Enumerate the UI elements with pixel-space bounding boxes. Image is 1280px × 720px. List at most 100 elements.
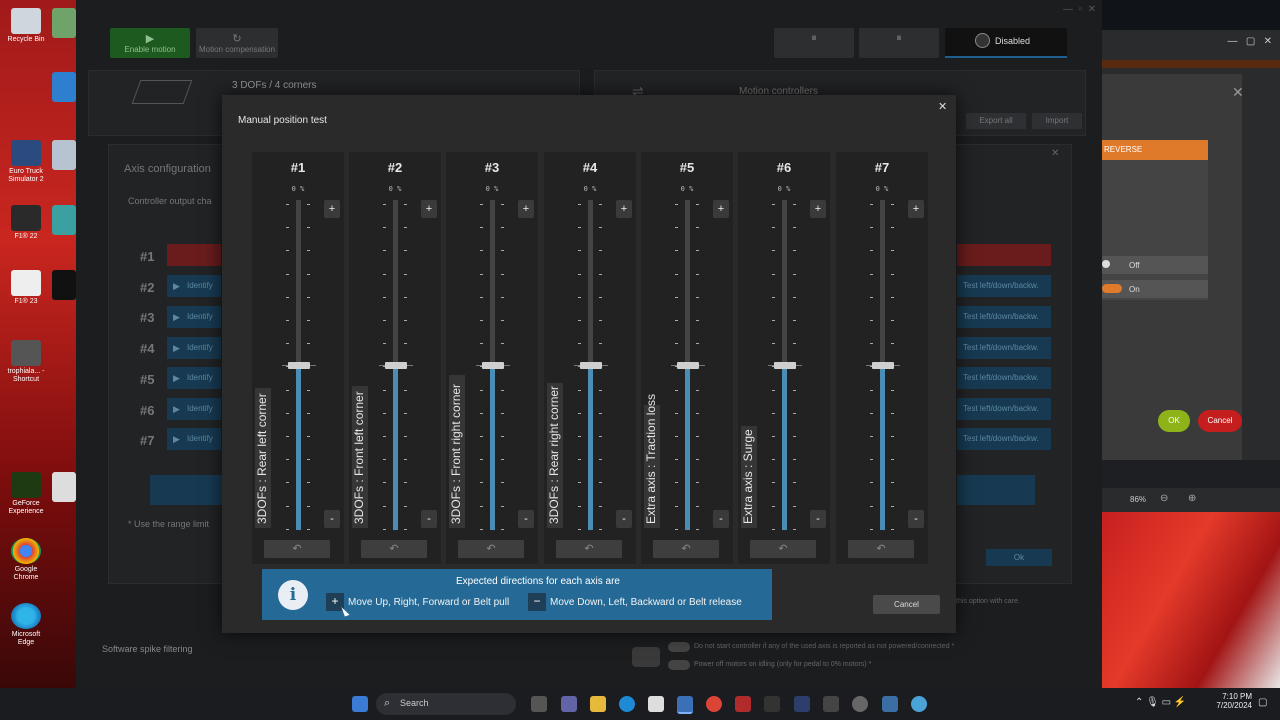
test-button[interactable]: Test left/down/backw. <box>957 398 1051 420</box>
decrease-button[interactable]: - <box>810 510 826 528</box>
reset-button[interactable]: ↶ <box>848 540 914 558</box>
edge-icon[interactable] <box>619 696 635 712</box>
slider-thumb[interactable] <box>482 362 504 369</box>
decrease-button[interactable]: - <box>518 510 534 528</box>
slider-thumb[interactable] <box>677 362 699 369</box>
identify-button[interactable]: ▶ Identify <box>167 306 221 328</box>
desktop-icon-partial[interactable] <box>52 270 76 300</box>
desktop-icon-euro-truck[interactable]: Euro Truck Simulator 2 <box>4 140 48 184</box>
store-icon[interactable] <box>648 696 664 712</box>
tray-icons[interactable]: ⌃ 🎙 ▭ ⚡ <box>1135 697 1186 708</box>
slider-thumb[interactable] <box>580 362 602 369</box>
export-all-button[interactable]: Export all <box>966 113 1026 129</box>
import-button[interactable]: Import <box>1032 113 1082 129</box>
increase-button[interactable]: + <box>908 200 924 218</box>
increase-button[interactable]: + <box>713 200 729 218</box>
identify-button[interactable]: ▶ Identify <box>167 398 221 420</box>
reset-button[interactable]: ↶ <box>653 540 719 558</box>
increase-button[interactable]: + <box>421 200 437 218</box>
reset-button[interactable]: ↶ <box>264 540 330 558</box>
teams-icon[interactable] <box>561 696 577 712</box>
reset-button[interactable]: ↶ <box>361 540 427 558</box>
chrome-icon[interactable] <box>706 696 722 712</box>
identify-button[interactable]: ▶ Identify <box>167 275 221 297</box>
desktop-icon-partial[interactable] <box>52 472 76 502</box>
app-icon[interactable] <box>794 696 810 712</box>
window-controls[interactable]: — ▢ ✕ <box>1228 36 1273 47</box>
test-button[interactable]: Test left/down/backw. <box>957 428 1051 450</box>
primary-button-right[interactable] <box>957 475 1035 505</box>
test-button[interactable]: Test left/down/backw. <box>957 275 1051 297</box>
clock[interactable]: 7:10 PM 7/20/2024 <box>1214 692 1252 710</box>
decrease-button[interactable]: - <box>421 510 437 528</box>
reset-button[interactable]: ↶ <box>750 540 816 558</box>
on-row[interactable]: On <box>1102 280 1208 298</box>
increase-button[interactable]: + <box>324 200 340 218</box>
reset-button[interactable]: ↶ <box>458 540 524 558</box>
ok-button[interactable]: OK <box>1158 410 1190 432</box>
test-button[interactable] <box>957 244 1051 266</box>
identify-button[interactable]: ▶ Identify <box>167 367 221 389</box>
slider-thumb[interactable] <box>288 362 310 369</box>
close-icon[interactable]: ✕ <box>1232 84 1244 101</box>
toolbar-button-b[interactable]: ⏸ <box>859 28 939 58</box>
simhub-icon[interactable] <box>677 696 693 714</box>
desktop-icon-chrome[interactable]: Google Chrome <box>4 538 48 582</box>
off-row[interactable]: Off <box>1102 256 1208 274</box>
cancel-button[interactable]: Cancel <box>1198 410 1242 432</box>
desktop-icon-partial[interactable] <box>52 205 76 235</box>
decrease-button[interactable]: - <box>324 510 340 528</box>
row-number: #7 <box>140 433 155 448</box>
file-explorer-icon[interactable] <box>590 696 606 712</box>
test-button[interactable]: Test left/down/backw. <box>957 306 1051 328</box>
desktop-icon-partial[interactable] <box>52 140 76 170</box>
slider-thumb[interactable] <box>385 362 407 369</box>
toggle-switch[interactable] <box>668 642 690 652</box>
slider-thumb[interactable] <box>774 362 796 369</box>
decrease-button[interactable]: - <box>908 510 924 528</box>
desktop-icon-partial[interactable] <box>52 8 76 38</box>
increase-button[interactable]: + <box>518 200 534 218</box>
identify-button[interactable]: ▶ Identify <box>167 428 221 450</box>
desktop-icon-recycle-bin[interactable]: Recycle Bin <box>4 8 48 44</box>
desktop-icon-edge[interactable]: Microsoft Edge <box>4 603 48 647</box>
app-icon[interactable] <box>882 696 898 712</box>
zoom-in-icon[interactable]: ⊕ <box>1188 493 1196 504</box>
cancel-button[interactable]: Cancel <box>873 595 940 614</box>
identify-button[interactable]: ▶ Identify <box>167 337 221 359</box>
identify-button[interactable] <box>167 244 221 266</box>
desktop-icon-partial[interactable] <box>52 72 76 102</box>
window-controls[interactable]: — ▫ ✕ <box>1063 4 1096 15</box>
reset-button[interactable]: ↶ <box>556 540 622 558</box>
increase-button[interactable]: + <box>810 200 826 218</box>
notification-icon[interactable]: ▢ <box>1258 697 1267 708</box>
toggle-switch[interactable] <box>668 660 690 670</box>
motion-compensation-button[interactable]: ↻ Motion compensation <box>196 28 278 58</box>
zoom-out-icon[interactable]: ⊖ <box>1160 493 1168 504</box>
increase-button[interactable]: + <box>616 200 632 218</box>
start-icon[interactable] <box>352 696 368 712</box>
slider-thumb[interactable] <box>872 362 894 369</box>
enable-motion-button[interactable]: ▶ Enable motion <box>110 28 190 58</box>
close-icon[interactable]: ✕ <box>938 100 947 113</box>
zoom-bar: 86% ⊖ ⊕ <box>1102 488 1280 512</box>
toolbar-button-a[interactable]: ⏸ <box>774 28 854 58</box>
decrease-button[interactable]: - <box>616 510 632 528</box>
desktop-icon-f1-22[interactable]: F1® 22 <box>4 205 48 241</box>
test-button[interactable]: Test left/down/backw. <box>957 367 1051 389</box>
app-icon[interactable] <box>735 696 751 712</box>
desktop-icon-geforce[interactable]: GeForce Experience <box>4 472 48 516</box>
test-button[interactable]: Test left/down/backw. <box>957 337 1051 359</box>
primary-button-left[interactable] <box>150 475 222 505</box>
app-icon[interactable] <box>764 696 780 712</box>
app-icon[interactable] <box>852 696 868 712</box>
desktop-icon-trophiala[interactable]: trophiala... - Shortcut <box>4 340 48 384</box>
desktop-icon-f1-23[interactable]: F1® 23 <box>4 270 48 306</box>
taskbar-search[interactable]: ⌕ Search <box>376 693 516 715</box>
task-view-icon[interactable] <box>531 696 547 712</box>
decrease-button[interactable]: - <box>713 510 729 528</box>
ok-button[interactable]: Ok <box>986 549 1052 566</box>
close-icon[interactable]: ✕ <box>1051 148 1059 159</box>
app-icon[interactable] <box>911 696 927 712</box>
app-icon[interactable] <box>823 696 839 712</box>
